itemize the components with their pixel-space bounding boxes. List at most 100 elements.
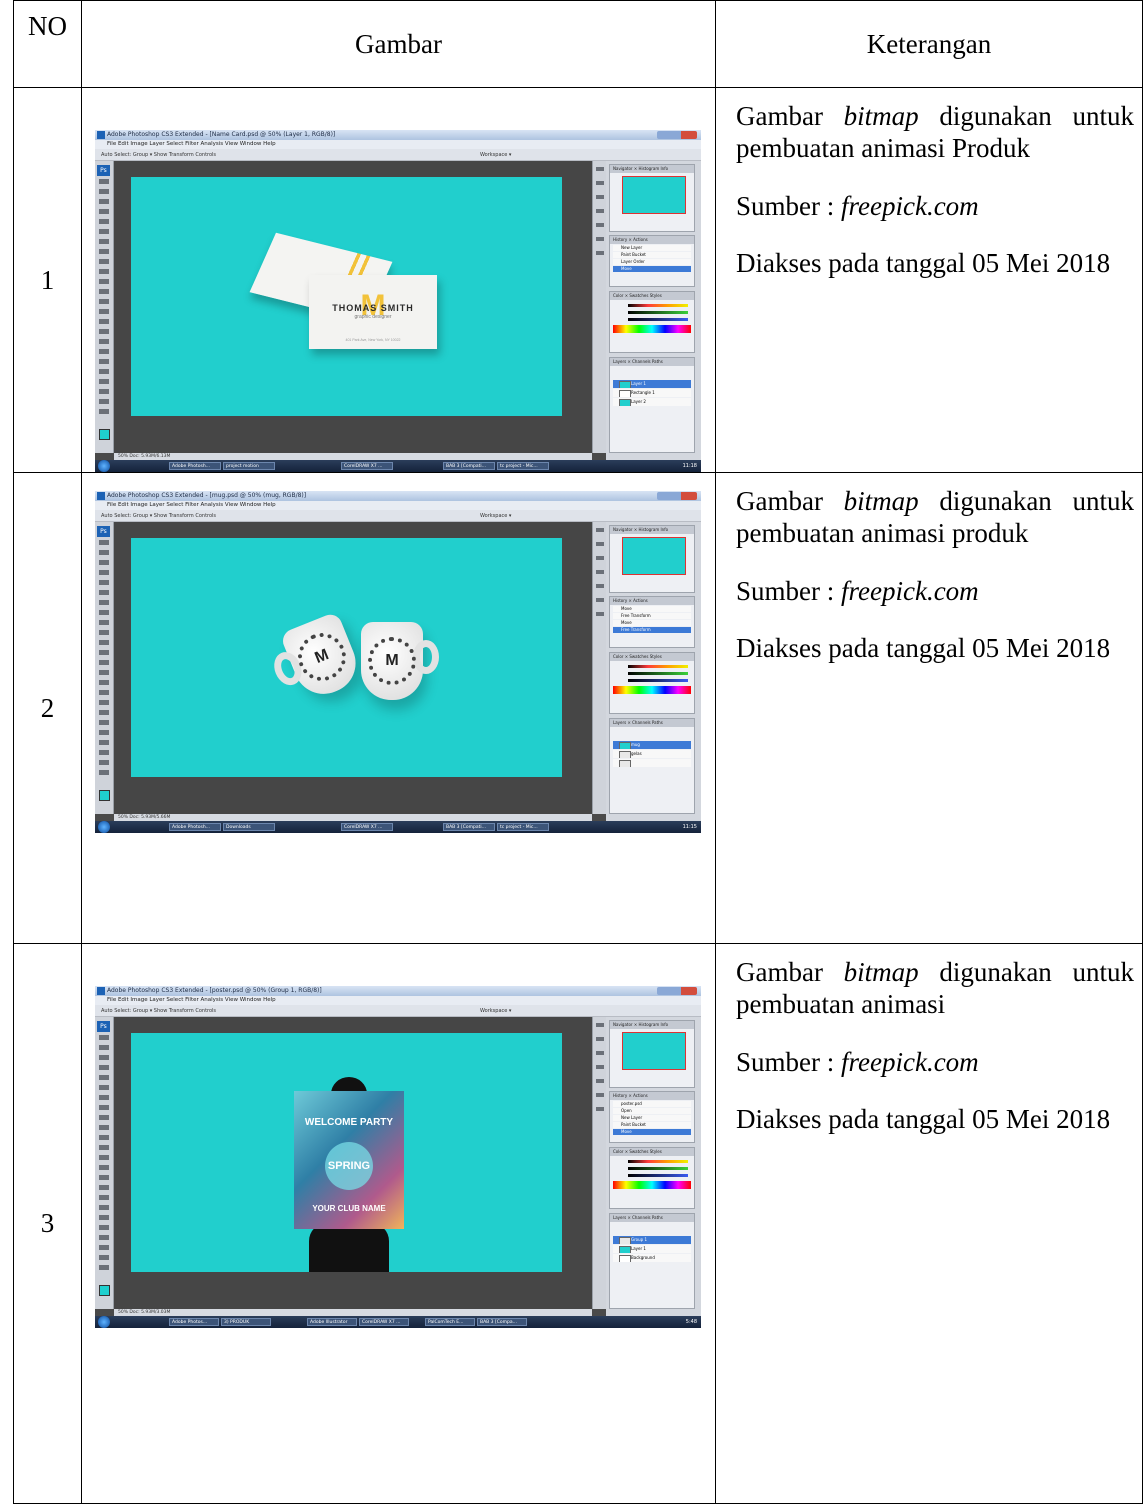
panels-column: Navigator × Histogram Info History × Act… (606, 1017, 701, 1316)
desc-emphasis: bitmap (843, 101, 919, 131)
layer-name: Layer 2 (631, 399, 646, 404)
tools-panel: Ps (95, 522, 114, 814)
image-cell: Adobe Photoshop CS3 Extended - [poster.p… (81, 943, 716, 1504)
layer-item: Layer 2 (613, 398, 691, 406)
start-button-icon (98, 1316, 110, 1328)
taskbar-item: Downloads (223, 823, 275, 831)
ps-logo: Ps (97, 165, 110, 176)
header-row: NO Gambar Keterangan (13, 0, 1143, 88)
layer-item: Background (613, 1254, 691, 1262)
photoshop-icon (97, 492, 105, 500)
layer-thumb (619, 1255, 631, 1262)
color-spectrum (613, 1181, 691, 1189)
tools-panel: Ps (95, 161, 114, 453)
source-label: Sumber : (736, 1046, 841, 1077)
workspace-menu: Workspace ▾ (480, 513, 512, 519)
window-title-bar: Adobe Photoshop CS3 Extended - [mug.psd … (95, 491, 701, 501)
history-item: Move (613, 606, 691, 612)
layer-item (613, 759, 691, 767)
status-bar: 50% Doc: 5.93M/5.66M (114, 814, 592, 821)
history-item: Move (613, 620, 691, 626)
history-item: New Layer (613, 1115, 691, 1121)
taskbar-item: BAB 3 [Compati... (443, 462, 495, 470)
desc-word: Gambar (736, 486, 823, 516)
canvas: WELCOME PARTY SPRING YOUR CLUB NAME (131, 1033, 562, 1272)
window-controls (657, 492, 697, 500)
panel-dock (592, 522, 607, 814)
header-no: NO (13, 0, 82, 88)
layer-name: gelas (631, 751, 642, 756)
navigator-thumbnail (622, 176, 686, 214)
color-panel: Color × Swatches Styles (609, 291, 695, 353)
row-number: 2 (13, 472, 82, 944)
history-item: Free Transform (613, 613, 691, 619)
window-controls (657, 987, 697, 995)
history-item: Paint Bucket (613, 1122, 691, 1128)
mug-left: M (269, 611, 365, 703)
keterangan-cell: Gambar bitmap digunakan untuk pembuatan … (715, 943, 1143, 1504)
desc-emphasis: bitmap (843, 486, 919, 516)
color-panel: Color × Swatches Styles (609, 1147, 695, 1209)
photoshop-icon (97, 131, 105, 139)
navigator-panel: Navigator × Histogram Info (609, 525, 695, 593)
layers-panel: Layers × Channels Paths Group 1 Layer 1 … (609, 1213, 695, 1309)
navigator-tabs: Navigator × Histogram Info (610, 1021, 694, 1029)
color-spectrum (613, 325, 691, 333)
color-spectrum (613, 686, 691, 694)
red-slider (628, 1160, 688, 1163)
layer-item: Layer 1 (613, 1245, 691, 1253)
navigator-thumbnail (622, 1032, 686, 1070)
panel-dock (592, 161, 607, 453)
layer-name: mug (631, 742, 640, 747)
history-item: New Layer (613, 245, 691, 251)
document-workspace: WELCOME PARTY SPRING YOUR CLUB NAME (114, 1017, 592, 1309)
workspace-menu: Workspace ▾ (480, 1008, 512, 1014)
source-label: Sumber : (736, 190, 841, 221)
taskbar-item: PalComTech E... (425, 1318, 475, 1326)
navigator-panel: Navigator × Histogram Info (609, 1020, 695, 1088)
layers-tabs: Layers × Channels Paths (610, 358, 694, 366)
workspace-menu: Workspace ▾ (480, 152, 512, 158)
navigator-thumbnail (622, 537, 686, 575)
card-address: 401 Park Ave, New York, NY 10022 (345, 338, 401, 342)
desc-word: digunakan (939, 101, 1052, 131)
status-bar: 50% Doc: 5.93M/6.13M (114, 453, 592, 460)
layer-thumb (619, 1246, 631, 1253)
navigator-panel: Navigator × Histogram Info (609, 164, 695, 232)
source-text: Sumber : freepick.com (736, 190, 1134, 222)
source-text: Sumber : freepick.com (736, 1046, 1134, 1078)
canvas: M M (131, 538, 562, 777)
card-role: graphic designer (354, 314, 392, 320)
tool-icons (99, 1035, 109, 1275)
taskbar-clock: 5:48 (685, 1319, 697, 1325)
options-bar: Auto Select: Group ▾ Show Transform Cont… (95, 149, 701, 161)
document-table: NO Gambar Keterangan 1 Adobe Photoshop C… (13, 0, 1143, 1504)
window-title-bar: Adobe Photoshop CS3 Extended - [Name Car… (95, 130, 701, 140)
history-item: poster.psd (613, 1101, 691, 1107)
layer-item: Layer 1 (613, 380, 691, 388)
blue-slider (628, 679, 688, 682)
history-tabs: History × Actions (610, 236, 694, 244)
photoshop-screenshot: Adobe Photoshop CS3 Extended - [Name Car… (95, 130, 701, 472)
mug-right: M (361, 622, 439, 700)
row-number: 1 (13, 87, 82, 473)
desc-emphasis: bitmap (843, 957, 919, 987)
options-bar: Auto Select: Group ▾ Show Transform Cont… (95, 510, 701, 522)
layer-name: Layer 1 (631, 381, 646, 386)
taskbar-item: tc project - Mic... (497, 462, 549, 470)
window-title: Adobe Photoshop CS3 Extended - [Name Car… (107, 131, 336, 138)
desc-word: Gambar (736, 957, 823, 987)
window-title: Adobe Photoshop CS3 Extended - [poster.p… (107, 987, 322, 994)
dock-icons (596, 167, 604, 257)
green-slider (628, 1167, 688, 1170)
keterangan-cell: Gambar bitmap digunakan untuk pembuatan … (715, 87, 1143, 473)
menu-bar: File Edit Image Layer Select Filter Anal… (95, 996, 701, 1005)
taskbar-item: CorelDRAW X7 ... (359, 1318, 409, 1326)
access-date-text: Diakses pada tanggal 05 Mei 2018 (736, 633, 1111, 664)
description-text: Gambar bitmap digunakan untuk pembuatan … (736, 485, 1134, 550)
document-workspace: M M (114, 522, 592, 814)
source-site: freepick.com (841, 1046, 979, 1077)
start-button-icon (98, 460, 110, 472)
source-site: freepick.com (841, 190, 979, 221)
taskbar-item: BAB 3 [Compa... (477, 1318, 527, 1326)
